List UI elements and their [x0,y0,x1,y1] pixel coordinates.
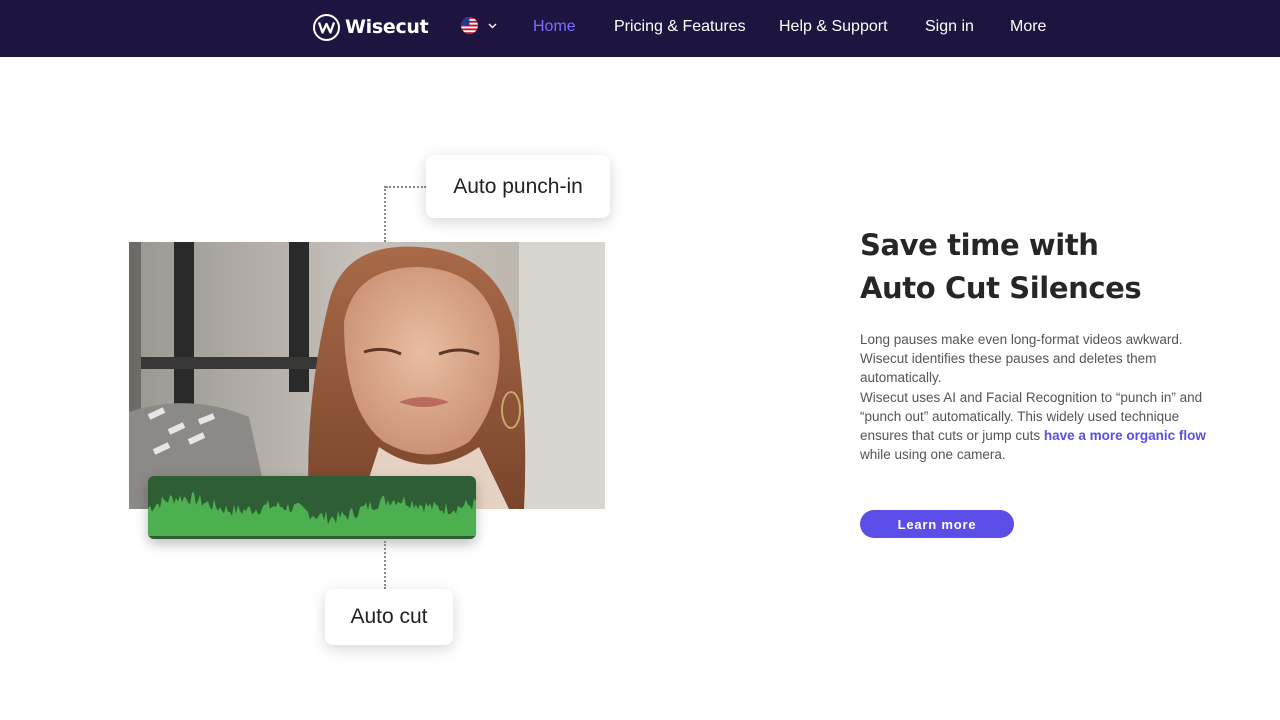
waveform-graphic [148,492,476,536]
language-selector[interactable] [461,17,497,34]
hero-description: Long pauses make even long-format videos… [860,330,1240,464]
nav-more[interactable]: More [1010,17,1046,37]
learn-more-button[interactable]: Learn more [860,510,1014,538]
desc-line-2: Wisecut identifies these pauses and dele… [860,351,1157,367]
us-flag-icon [461,17,478,34]
desc-line-1: Long pauses make even long-format videos… [860,332,1183,347]
logo-mark-icon [313,13,340,41]
woman-portrait-image [129,242,605,509]
nav-home[interactable]: Home [533,17,576,37]
nav-sign-in[interactable]: Sign in [925,17,974,37]
connector-line-bottom [384,541,386,589]
auto-punch-in-tag: Auto punch-in [426,155,610,218]
desc-line-4: Wisecut uses AI and Facial Recognition t… [860,389,1203,405]
headline-line-1: Save time with [860,228,1099,262]
desc-line-5: “punch out” automatically. This widely u… [860,408,1180,424]
hero-headline: Save time with Auto Cut Silences [860,224,1250,310]
wisecut-logo[interactable]: Wisecut [313,13,429,41]
top-navbar: Wisecut Home Pricing & Features Help & S… [0,0,1280,57]
logo-text: Wisecut [345,16,429,38]
nav-pricing-features[interactable]: Pricing & Features [614,17,746,37]
headline-line-2: Auto Cut Silences [860,271,1142,305]
desc-line-6: ensures that cuts or jump cuts have a mo… [860,426,1240,445]
auto-cut-tag: Auto cut [325,589,453,645]
chevron-down-icon [488,23,497,28]
desc-line-6-prefix: ensures that cuts or jump cuts [860,428,1044,444]
nav-help-support[interactable]: Help & Support [779,17,888,37]
connector-line-top [384,186,386,242]
video-preview [129,242,605,509]
desc-line-3: automatically. [860,370,942,386]
connector-line-top-horizontal [386,186,426,188]
organic-flow-link[interactable]: have a more organic flow [1044,428,1206,443]
desc-line-7: while using one camera. [860,447,1006,463]
audio-waveform [148,476,476,539]
